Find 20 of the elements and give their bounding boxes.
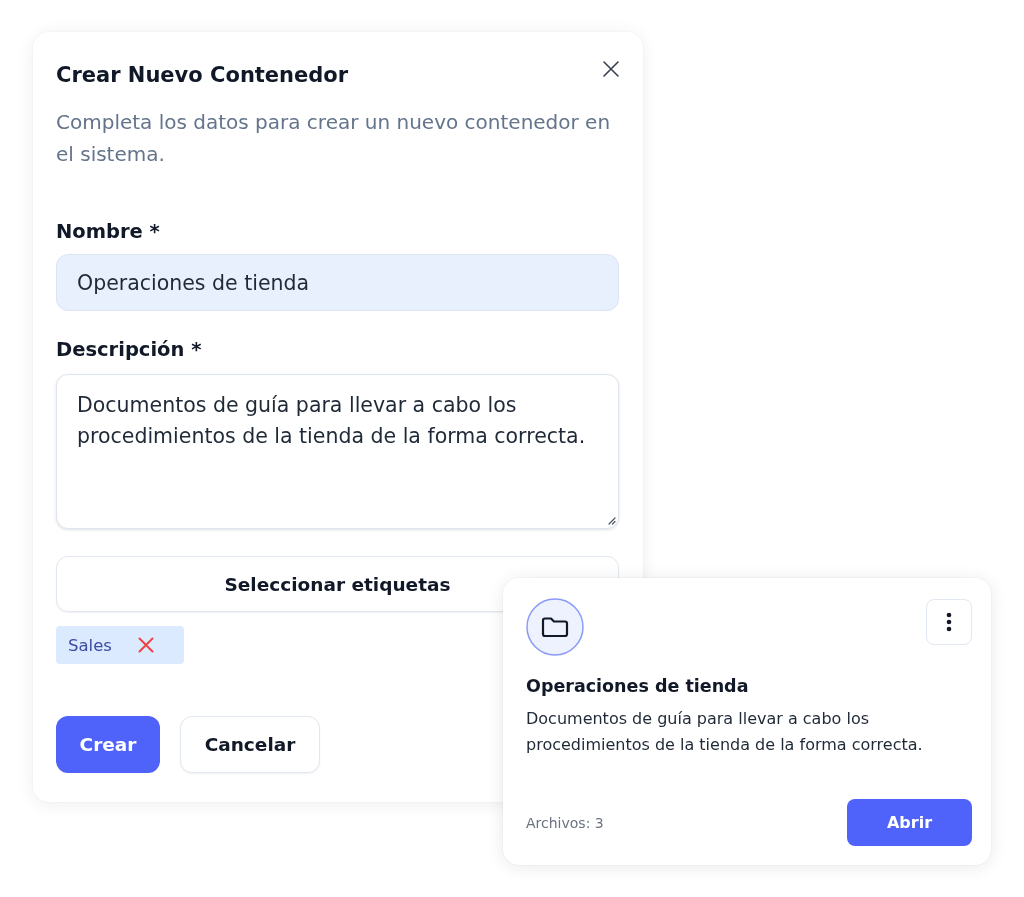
close-icon — [603, 61, 619, 77]
dialog-title: Crear Nuevo Contenedor — [56, 62, 349, 89]
card-description: Documentos de guía para llevar a cabo los procedimientos de la tienda de la forma correcta. — [526, 708, 924, 756]
tag-label: Sales — [68, 635, 112, 655]
close-button[interactable] — [601, 59, 621, 79]
vertical-dots-icon — [946, 612, 952, 632]
remove-icon[interactable] — [137, 637, 154, 653]
cancel-button[interactable]: Cancelar — [180, 716, 320, 773]
description-field[interactable]: Documentos de guía para llevar a cabo los procedimientos de la tienda de la forma correcta. — [56, 374, 619, 529]
folder-icon — [526, 598, 584, 656]
open-button[interactable]: Abrir — [847, 799, 972, 846]
file-count: Archivos: 3 — [526, 814, 604, 831]
dialog-description: Completa los datos para crear un nuevo contenedor en el sistema. — [56, 109, 612, 168]
more-options-button[interactable] — [926, 599, 972, 645]
field-label: Nombre * — [56, 219, 161, 245]
create-button[interactable]: Crear — [56, 716, 160, 773]
field-label: Descripción * — [56, 337, 203, 363]
card-title: Operaciones de tienda — [526, 675, 750, 698]
name-field[interactable]: Operaciones de tienda — [56, 254, 619, 311]
resize-grip-icon[interactable] — [608, 517, 616, 525]
